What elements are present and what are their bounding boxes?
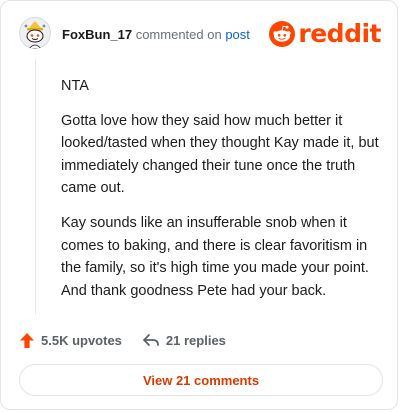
- reply-count: 21 replies: [165, 332, 226, 348]
- reddit-wordmark: reddit: [298, 19, 381, 48]
- username-link[interactable]: FoxBun_17: [62, 27, 132, 42]
- comment-paragraph-3: Kay sounds like an insufferable snob whe…: [61, 214, 369, 299]
- upvote-count: 5.5K upvotes: [41, 332, 122, 348]
- replies-button[interactable]: 21 replies: [142, 332, 226, 348]
- comment-body: NTA Gotta love how they said how much be…: [61, 75, 381, 314]
- comment-header: FoxBun_17 commented on post reddit: [19, 17, 381, 51]
- view-comments-button[interactable]: View 21 comments: [19, 364, 383, 396]
- comment-meta: FoxBun_17 commented on post: [62, 27, 250, 43]
- reply-arrow-icon: [143, 334, 159, 346]
- comment-card: FoxBun_17 commented on post reddit NTA G…: [0, 0, 398, 410]
- upvote-button[interactable]: 5.5K upvotes: [19, 332, 122, 349]
- commented-on-text: commented on: [135, 27, 222, 42]
- comment-paragraph-2: Gotta love how they said how much better…: [61, 112, 379, 197]
- comment-actions: 5.5K upvotes 21 replies: [19, 329, 226, 351]
- thread-line[interactable]: [35, 59, 36, 314]
- upvote-arrow-icon: [20, 332, 34, 348]
- post-link[interactable]: post: [225, 27, 250, 42]
- reddit-logo[interactable]: reddit: [269, 19, 381, 49]
- comment-paragraph-1: NTA: [61, 78, 89, 94]
- user-avatar[interactable]: [19, 17, 51, 49]
- reddit-snoo-icon: [269, 21, 296, 47]
